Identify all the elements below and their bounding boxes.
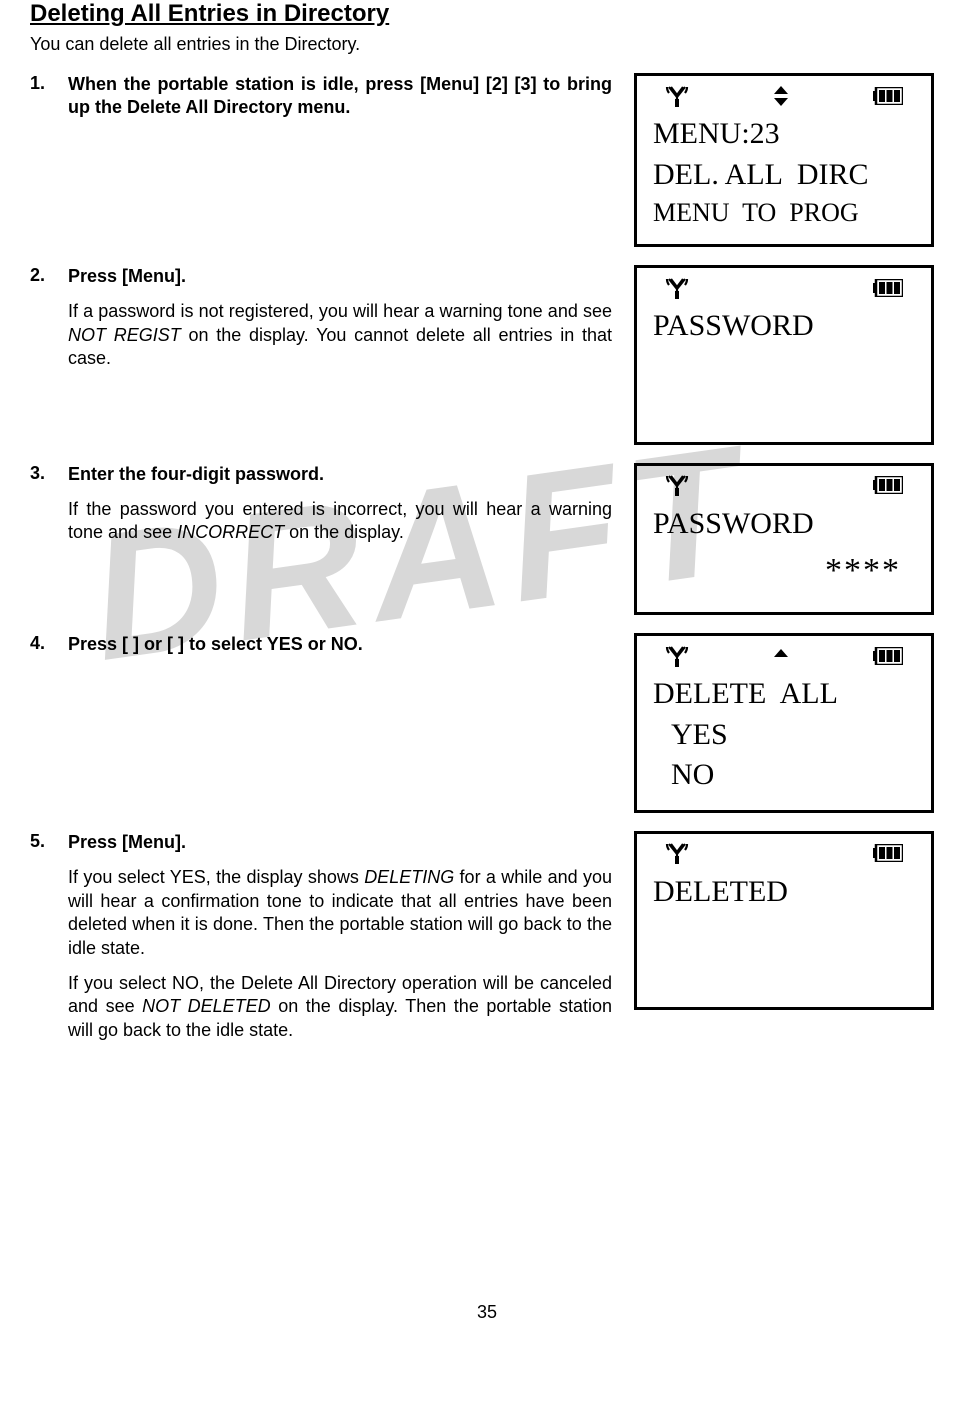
step-number: 5. <box>30 831 68 1042</box>
step-bold-text: Enter the four-digit password. <box>68 463 612 486</box>
device-screen: PASSWORD <box>634 265 934 445</box>
intro-text: You can delete all entries in the Direct… <box>30 34 944 55</box>
device-screen: DELETED <box>634 831 934 1011</box>
battery-icon <box>873 844 903 867</box>
screen-line <box>643 953 925 994</box>
step-number: 1. <box>30 73 68 120</box>
step-body: Press [Menu]. If you select YES, the disp… <box>68 831 630 1042</box>
antenna-icon <box>665 645 689 672</box>
screen-line <box>643 387 925 428</box>
scroll-arrows-icon <box>772 645 790 672</box>
step-number: 3. <box>30 463 68 545</box>
antenna-icon <box>665 277 689 304</box>
screen-line: MENU:23 <box>643 114 925 155</box>
battery-icon <box>873 87 903 110</box>
screen-line: DELETED <box>643 872 925 913</box>
screen-line: MENU TO PROG <box>643 195 925 230</box>
battery-icon <box>873 279 903 302</box>
device-screen: MENU:23DEL. ALL DIRCMENU TO PROG <box>634 73 934 247</box>
status-bar <box>643 844 925 872</box>
device-screen: PASSWORD**** <box>634 463 934 616</box>
device-screen: DELETE ALLYESNO <box>634 633 934 813</box>
screen-line: NO <box>643 755 925 796</box>
screen-line: **** <box>643 544 925 598</box>
step-body: Press [ ] or [ ] to select YES or NO. <box>68 633 630 656</box>
scroll-arrows-icon <box>772 85 790 112</box>
antenna-icon <box>665 85 689 112</box>
step-body: When the portable station is idle, press… <box>68 73 630 120</box>
battery-icon <box>873 647 903 670</box>
step-description: If a password is not registered, you wil… <box>68 300 612 370</box>
step-bold-text: When the portable station is idle, press… <box>68 73 612 120</box>
step-body: Press [Menu]. If a password is not regist… <box>68 265 630 371</box>
page-title: Deleting All Entries in Directory <box>30 0 944 28</box>
screen-line: DELETE ALL <box>643 674 925 715</box>
step-bold-text: Press [Menu]. <box>68 831 612 854</box>
step-bold-text: Press [Menu]. <box>68 265 612 288</box>
screen-line: YES <box>643 715 925 756</box>
step-bold-text: Press [ ] or [ ] to select YES or NO. <box>68 633 612 656</box>
step-description: If the password you entered is incorrect… <box>68 498 612 545</box>
step-description-2: If you select NO, the Delete All Directo… <box>68 972 612 1042</box>
status-bar <box>643 646 925 674</box>
step-number: 4. <box>30 633 68 656</box>
step-description: If you select YES, the display shows DEL… <box>68 866 612 960</box>
status-bar <box>643 476 925 504</box>
page-number: 35 <box>30 1302 944 1343</box>
antenna-icon <box>665 842 689 869</box>
status-bar <box>643 278 925 306</box>
screen-line: DEL. ALL DIRC <box>643 155 925 196</box>
antenna-icon <box>665 474 689 501</box>
screen-line <box>643 347 925 388</box>
step-number: 2. <box>30 265 68 371</box>
step-body: Enter the four-digit password. If the pas… <box>68 463 630 545</box>
screen-line: PASSWORD <box>643 306 925 347</box>
screen-line: PASSWORD <box>643 504 925 545</box>
screen-line <box>643 912 925 953</box>
battery-icon <box>873 476 903 499</box>
status-bar <box>643 86 925 114</box>
